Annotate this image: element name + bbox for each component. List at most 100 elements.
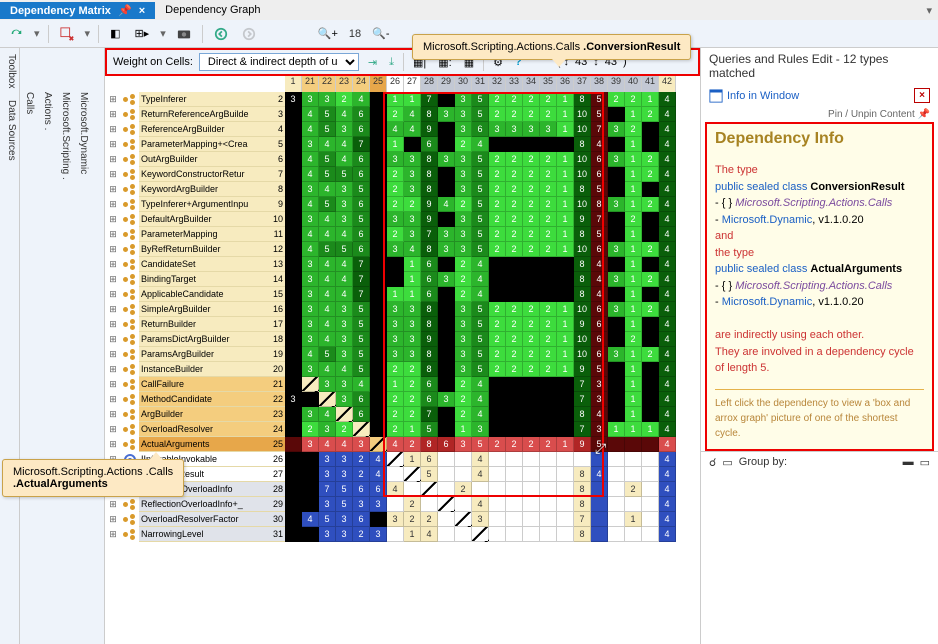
matrix-cell[interactable]: 1 <box>642 92 659 107</box>
matrix-cell[interactable] <box>591 482 608 497</box>
matrix-cell[interactable] <box>370 512 387 527</box>
row-label[interactable]: OutArgBuilder <box>139 152 269 167</box>
matrix-cell[interactable] <box>353 422 370 437</box>
matrix-cell[interactable] <box>387 452 404 467</box>
matrix-cell[interactable] <box>642 512 659 527</box>
expand-icon[interactable]: ⊞ <box>105 512 121 527</box>
matrix-cell[interactable]: 1 <box>625 107 642 122</box>
matrix-cell[interactable]: 3 <box>404 317 421 332</box>
matrix-cell[interactable] <box>506 257 523 272</box>
matrix-cell[interactable]: 2 <box>404 512 421 527</box>
matrix-cell[interactable]: 8 <box>574 257 591 272</box>
matrix-cell[interactable]: 4 <box>591 137 608 152</box>
matrix-cell[interactable] <box>285 377 302 392</box>
matrix-cell[interactable] <box>642 122 659 137</box>
matrix-cell[interactable]: 10 <box>574 152 591 167</box>
matrix-cell[interactable]: 4 <box>336 152 353 167</box>
matrix-cell[interactable]: 2 <box>404 362 421 377</box>
matrix-cell[interactable] <box>608 527 625 542</box>
matrix-cell[interactable]: 5 <box>591 362 608 377</box>
matrix-cell[interactable] <box>285 437 302 452</box>
matrix-cell[interactable]: 4 <box>336 107 353 122</box>
resize-icon[interactable]: ⤢ <box>595 440 606 457</box>
matrix-cell[interactable] <box>608 317 625 332</box>
matrix-cell[interactable] <box>438 467 455 482</box>
matrix-cell[interactable]: 4 <box>659 92 676 107</box>
matrix-cell[interactable]: 2 <box>523 317 540 332</box>
matrix-cell[interactable]: 4 <box>472 377 489 392</box>
matrix-cell[interactable]: 4 <box>659 197 676 212</box>
matrix-cell[interactable]: 7 <box>574 392 591 407</box>
matrix-cell[interactable] <box>438 482 455 497</box>
tree-icon[interactable]: ⊞▸ <box>131 25 152 42</box>
matrix-cell[interactable]: 3 <box>302 137 319 152</box>
col-header[interactable]: 36 <box>557 76 574 92</box>
col-header[interactable]: 37 <box>574 76 591 92</box>
matrix-cell[interactable]: 8 <box>421 362 438 377</box>
matrix-cell[interactable]: 1 <box>608 422 625 437</box>
matrix-cell[interactable]: 2 <box>523 167 540 182</box>
matrix-cell[interactable] <box>370 302 387 317</box>
matrix-cell[interactable]: 5 <box>472 167 489 182</box>
matrix-cell[interactable]: 9 <box>421 122 438 137</box>
row-label[interactable]: BindingTarget <box>139 272 269 287</box>
matrix-cell[interactable]: 5 <box>353 347 370 362</box>
matrix-cell[interactable]: 4 <box>659 182 676 197</box>
matrix-cell[interactable]: 5 <box>472 182 489 197</box>
matrix-cell[interactable]: 6 <box>353 107 370 122</box>
matrix-cell[interactable]: 10 <box>574 122 591 137</box>
matrix-cell[interactable]: 3 <box>353 497 370 512</box>
matrix-cell[interactable] <box>285 257 302 272</box>
matrix-cell[interactable]: 3 <box>523 122 540 137</box>
matrix-cell[interactable]: 3 <box>404 332 421 347</box>
row-label[interactable]: InstanceBuilder <box>139 362 269 377</box>
matrix-cell[interactable]: 10 <box>574 197 591 212</box>
matrix-cell[interactable]: 3 <box>336 212 353 227</box>
matrix-cell[interactable]: 1 <box>557 242 574 257</box>
matrix-cell[interactable] <box>489 452 506 467</box>
matrix-cell[interactable]: 6 <box>591 242 608 257</box>
matrix-cell[interactable] <box>557 512 574 527</box>
matrix-cell[interactable]: 4 <box>659 527 676 542</box>
matrix-cell[interactable]: 2 <box>506 167 523 182</box>
matrix-cell[interactable] <box>523 512 540 527</box>
matrix-cell[interactable]: 3 <box>336 347 353 362</box>
matrix-cell[interactable]: 6 <box>353 242 370 257</box>
expand-icon[interactable]: ⊞ <box>105 437 121 452</box>
matrix-cell[interactable] <box>438 287 455 302</box>
matrix-cell[interactable] <box>608 107 625 122</box>
matrix-cell[interactable] <box>438 407 455 422</box>
matrix-cell[interactable]: 2 <box>642 197 659 212</box>
matrix-row[interactable]: ⊞InferenceResult27332454844 <box>105 467 700 482</box>
matrix-cell[interactable] <box>387 527 404 542</box>
matrix-cell[interactable]: 4 <box>591 287 608 302</box>
matrix-cell[interactable]: 2 <box>455 482 472 497</box>
matrix-cell[interactable]: 3 <box>302 302 319 317</box>
matrix-cell[interactable] <box>370 377 387 392</box>
matrix-cell[interactable] <box>608 182 625 197</box>
matrix-cell[interactable] <box>455 497 472 512</box>
matrix-cell[interactable] <box>370 212 387 227</box>
matrix-cell[interactable] <box>421 497 438 512</box>
matrix-cell[interactable] <box>591 512 608 527</box>
matrix-cell[interactable]: 6 <box>591 302 608 317</box>
matrix-cell[interactable] <box>608 167 625 182</box>
matrix-cell[interactable] <box>506 407 523 422</box>
matrix-cell[interactable]: 3 <box>319 467 336 482</box>
matrix-cell[interactable]: 6 <box>438 437 455 452</box>
matrix-cell[interactable] <box>370 122 387 137</box>
matrix-cell[interactable]: 3 <box>319 92 336 107</box>
col-header[interactable]: 35 <box>540 76 557 92</box>
col-header[interactable]: 34 <box>523 76 540 92</box>
matrix-cell[interactable] <box>387 497 404 512</box>
matrix-cell[interactable] <box>506 527 523 542</box>
matrix-cell[interactable]: 3 <box>455 167 472 182</box>
matrix-cell[interactable]: 4 <box>336 272 353 287</box>
matrix-cell[interactable]: 1 <box>387 377 404 392</box>
matrix-cell[interactable]: 1 <box>387 92 404 107</box>
matrix-cell[interactable]: 3 <box>455 332 472 347</box>
matrix-cell[interactable]: 5 <box>472 92 489 107</box>
matrix-cell[interactable]: 2 <box>387 107 404 122</box>
matrix-cell[interactable]: 4 <box>659 347 676 362</box>
matrix-cell[interactable] <box>557 392 574 407</box>
